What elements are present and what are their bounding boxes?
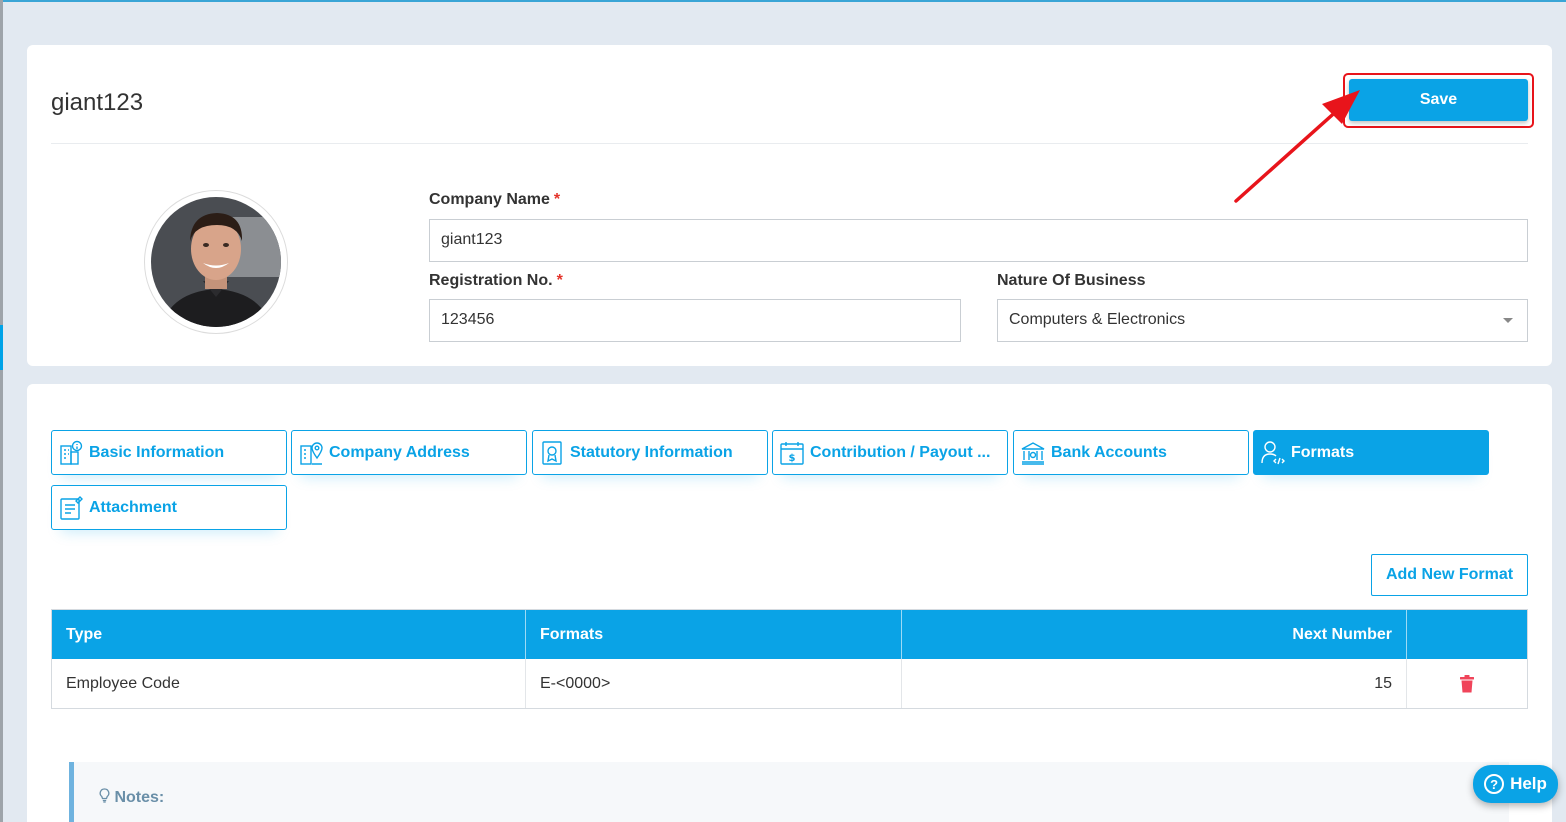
nature-of-business-label: Nature Of Business xyxy=(997,272,1146,289)
table-row: Employee Code E-<0000> 15 xyxy=(52,659,1527,708)
column-header-actions xyxy=(1407,610,1527,659)
registration-no-label: Registration No. * xyxy=(429,272,563,289)
bank-icon xyxy=(1021,441,1045,465)
tab-label: Basic Information xyxy=(89,443,225,461)
user-code-icon xyxy=(1261,440,1285,464)
column-header-next-number[interactable]: Next Number xyxy=(902,610,1407,659)
tab-label: Attachment xyxy=(89,498,178,516)
building-info-icon xyxy=(60,440,83,465)
cell-next-number: 15 xyxy=(902,659,1407,708)
left-active-indicator xyxy=(0,325,3,370)
tab-contribution-payout[interactable]: $ Contribution / Payout ... xyxy=(772,430,1008,475)
tab-label: Bank Accounts xyxy=(1051,443,1167,461)
left-edge xyxy=(0,0,3,822)
tab-statutory-information[interactable]: Statutory Information xyxy=(532,430,768,475)
tab-label: Statutory Information xyxy=(570,443,733,461)
registration-no-input[interactable]: 123456 xyxy=(429,299,961,342)
avatar[interactable] xyxy=(151,197,281,327)
nature-of-business-select[interactable]: Computers & Electronics xyxy=(997,299,1528,342)
notes-label: Notes: xyxy=(99,788,164,807)
help-button[interactable]: ? Help xyxy=(1473,765,1558,803)
tab-attachment[interactable]: Attachment xyxy=(51,485,287,530)
formats-table: Type Formats Next Number Employee Code E… xyxy=(51,609,1528,709)
company-name-label: Company Name * xyxy=(429,191,561,208)
cell-type: Employee Code xyxy=(52,659,526,708)
notes-panel: Notes: xyxy=(69,762,1509,822)
payout-calendar-icon: $ xyxy=(780,441,804,465)
delete-cell xyxy=(1407,659,1527,708)
column-header-type[interactable]: Type xyxy=(52,610,526,659)
document-edit-icon xyxy=(60,495,83,520)
tab-label: Formats xyxy=(1291,443,1355,461)
certificate-icon xyxy=(542,440,562,465)
chevron-down-icon xyxy=(1503,318,1513,323)
help-label: Help xyxy=(1510,774,1547,793)
cell-format: E-<0000> xyxy=(526,659,902,708)
table-header: Type Formats Next Number xyxy=(52,610,1527,659)
building-location-icon xyxy=(300,441,323,465)
required-mark: * xyxy=(556,272,563,289)
tab-label: Contribution / Payout ... xyxy=(810,443,991,461)
question-circle-icon: ? xyxy=(1484,774,1505,794)
lightbulb-icon xyxy=(99,788,110,803)
tab-formats[interactable]: Formats xyxy=(1253,430,1489,475)
tab-company-address[interactable]: Company Address xyxy=(291,430,527,475)
add-new-format-button[interactable]: Add New Format xyxy=(1371,554,1528,596)
top-border xyxy=(0,0,1566,2)
header-divider xyxy=(51,143,1528,144)
tab-label: Company Address xyxy=(329,443,470,461)
required-mark: * xyxy=(553,191,561,208)
company-logo-frame[interactable] xyxy=(144,190,288,334)
svg-text:$: $ xyxy=(789,453,796,464)
company-details-card: Basic Information Company Address Statut… xyxy=(27,384,1552,822)
page-title: giant123 xyxy=(51,89,144,116)
column-header-formats[interactable]: Formats xyxy=(526,610,902,659)
tab-bank-accounts[interactable]: Bank Accounts xyxy=(1013,430,1249,475)
trash-icon[interactable] xyxy=(1459,674,1475,693)
company-profile-card: giant123 Save Company Name * giant123 Reg… xyxy=(27,45,1552,366)
save-button[interactable]: Save xyxy=(1349,79,1528,121)
company-name-input[interactable]: giant123 xyxy=(429,219,1528,262)
tab-basic-information[interactable]: Basic Information xyxy=(51,430,287,475)
nature-of-business-value: Computers & Electronics xyxy=(1009,311,1186,328)
